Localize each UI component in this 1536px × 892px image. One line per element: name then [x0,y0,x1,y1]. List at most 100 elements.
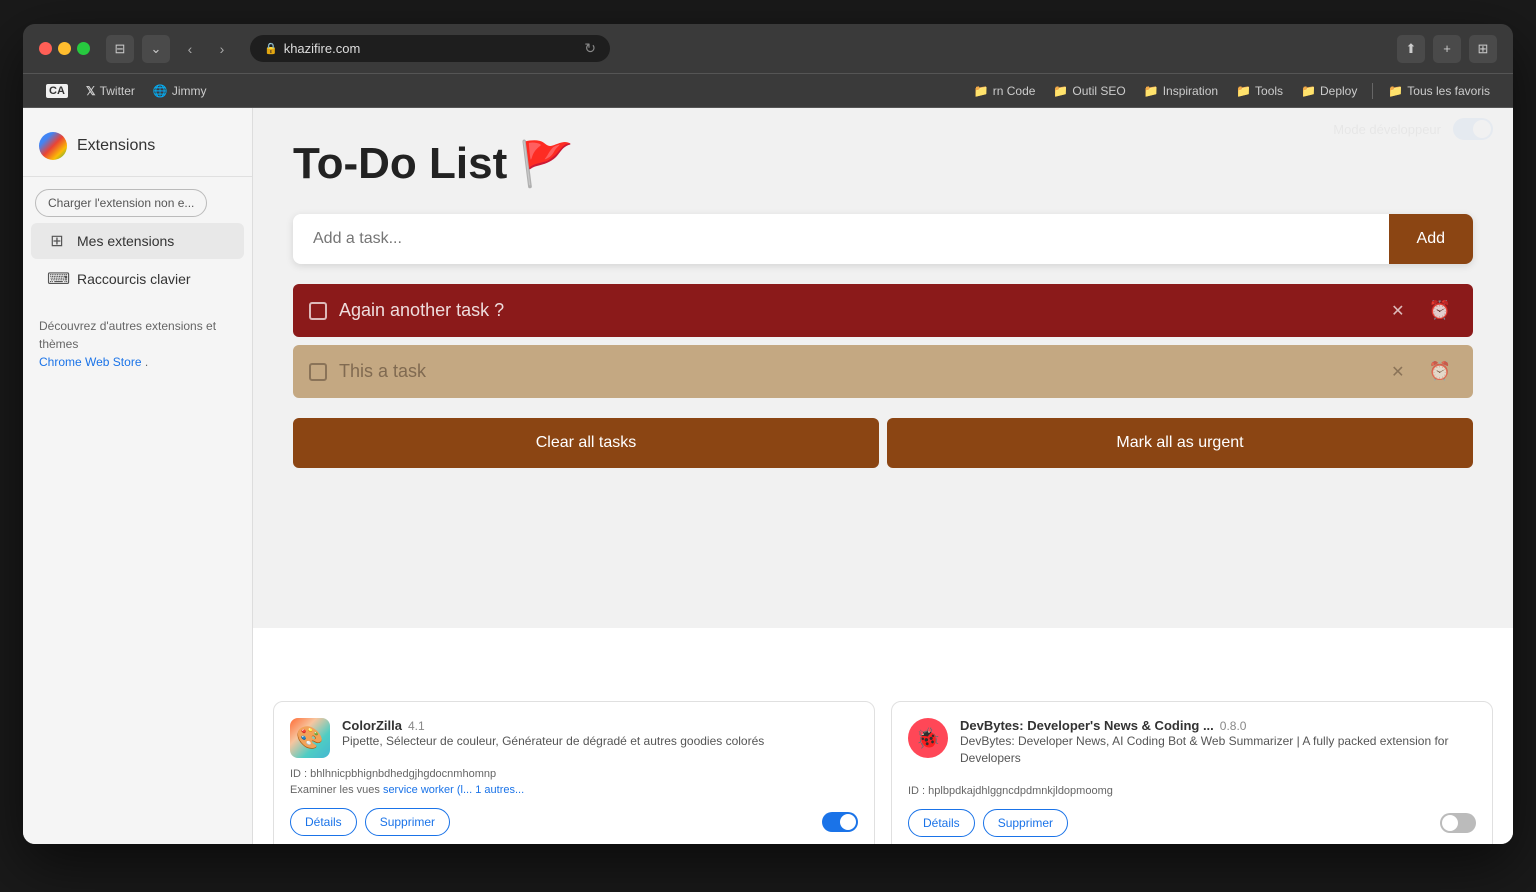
sidebar-info: Découvrez d'autres extensions et thèmes … [23,305,252,383]
sidebar: Extensions Charger l'extension non e... … [23,108,253,844]
back-button[interactable]: ‹ [178,37,202,61]
bookmark-outilseo-label: Outil SEO [1072,84,1125,98]
ext-worker-text-colorzilla: Examiner les vues [290,784,380,796]
devbytes-icon: 🐞 [908,718,948,758]
ext-header-colorzilla: 🎨 ColorZilla 4.1 Pipette, Sélecteur de c… [290,718,858,758]
supprimer-btn-devbytes[interactable]: Supprimer [983,809,1068,837]
details-btn-colorzilla[interactable]: Détails [290,808,357,836]
sidebar-info-suffix: . [142,355,149,369]
bookmark-deploy-label: Deploy [1320,84,1357,98]
content-area: Mode développeur To-Do List 🚩 Add [253,108,1513,844]
task-delete-urgent[interactable]: ✕ [1385,299,1410,323]
bookmark-deploy[interactable]: 📁 Deploy [1294,81,1364,101]
ext-worker-colorzilla: Examiner les vues service worker (l... 1… [290,784,858,796]
ca-icon: CA [46,84,68,98]
task-urgent-toggle-normal[interactable]: ⏰ [1423,359,1457,384]
mark-all-urgent-button[interactable]: Mark all as urgent [887,418,1473,468]
folder-icon-3: 📁 [1144,84,1159,98]
minimize-button[interactable] [58,42,71,55]
extensions-button[interactable]: ⊞ [1469,35,1497,63]
chrome-web-store-link[interactable]: Chrome Web Store [39,355,142,369]
sidebar-info-text: Découvrez d'autres extensions et thèmes [39,319,216,351]
colorzilla-icon: 🎨 [290,718,330,758]
task-text-urgent: Again another task ? [339,300,1373,321]
bookmark-jimmy[interactable]: 🌐 Jimmy [146,81,214,101]
close-button[interactable] [39,42,52,55]
task-item-normal: This a task ✕ ⏰ [293,345,1473,398]
twitter-icon: 𝕏 [86,84,96,98]
bookmark-learncode[interactable]: 📁 rn Code [967,81,1043,101]
maximize-button[interactable] [77,42,90,55]
task-item-urgent: Again another task ? ✕ ⏰ [293,284,1473,337]
extensions-grid-icon: ⊞ [47,231,67,251]
extension-card-colorzilla: 🎨 ColorZilla 4.1 Pipette, Sélecteur de c… [273,701,875,844]
ext-name-colorzilla: ColorZilla [342,718,402,733]
sidebar-raccourcis-label: Raccourcis clavier [77,271,191,287]
sidebar-mes-extensions-label: Mes extensions [77,233,174,249]
lock-icon: 🔒 [264,42,278,55]
task-delete-normal[interactable]: ✕ [1385,360,1410,384]
todo-flag-icon: 🚩 [519,138,574,190]
bookmark-all-label: Tous les favoris [1407,84,1490,98]
ext-title-row-devbytes: DevBytes: Developer's News & Coding ... … [960,718,1476,733]
todo-title-text: To-Do List [293,139,507,189]
task-urgent-toggle-urgent[interactable]: ⏰ [1423,298,1457,323]
clear-all-tasks-button[interactable]: Clear all tasks [293,418,879,468]
sidebar-header: Extensions [23,124,252,177]
ext-header-devbytes: 🐞 DevBytes: Developer's News & Coding ..… [908,718,1476,775]
ext-desc-devbytes: DevBytes: Developer News, AI Coding Bot … [960,733,1476,767]
share-button[interactable]: ⬆ [1397,35,1425,63]
ext-footer-devbytes: Détails Supprimer [908,809,1476,837]
tab-dropdown-button[interactable]: ⌄ [142,35,170,63]
forward-button[interactable]: › [210,37,234,61]
reload-icon[interactable]: ↻ [584,40,596,57]
jimmy-icon: 🌐 [153,84,168,98]
bookmark-tools-label: Tools [1255,84,1283,98]
todo-input-row: Add [293,214,1473,264]
chrome-logo [39,132,67,160]
ext-footer-colorzilla: Détails Supprimer [290,808,858,836]
bookmarks-bar: CA 𝕏 Twitter 🌐 Jimmy 📁 rn Code 📁 Outil S… [23,74,1513,108]
todo-title: To-Do List 🚩 [293,138,1473,190]
details-btn-devbytes[interactable]: Détails [908,809,975,837]
task-checkbox-urgent[interactable] [309,302,327,320]
bookmark-jimmy-label: Jimmy [172,84,207,98]
todo-add-button[interactable]: Add [1389,214,1473,264]
ext-worker-extra-link[interactable]: 1 autres... [475,784,524,796]
folder-icon-5: 📁 [1301,84,1316,98]
bookmark-ca[interactable]: CA [39,81,75,101]
task-text-normal: This a task [339,361,1373,382]
ext-info-devbytes: DevBytes: Developer's News & Coding ... … [960,718,1476,775]
supprimer-btn-colorzilla[interactable]: Supprimer [365,808,450,836]
folder-icon-1: 📁 [974,84,989,98]
task-checkbox-normal[interactable] [309,363,327,381]
title-bar: ⊟ ⌄ ‹ › 🔒 khazifire.com ↻ ⬆ + ⊞ [23,24,1513,74]
ext-version-devbytes: 0.8.0 [1220,719,1247,733]
extensions-content: 🎨 ColorZilla 4.1 Pipette, Sélecteur de c… [253,671,1513,844]
ext-worker-link-colorzilla[interactable]: service worker (l... [383,784,472,796]
sidebar-title: Extensions [77,137,155,155]
ext-version-colorzilla: 4.1 [408,719,425,733]
bookmark-inspiration[interactable]: 📁 Inspiration [1137,81,1225,101]
folder-icon-2: 📁 [1053,84,1068,98]
ext-desc-colorzilla: Pipette, Sélecteur de couleur, Générateu… [342,733,764,750]
sidebar-toggle-button[interactable]: ⊟ [106,35,134,63]
todo-tasks-list: Again another task ? ✕ ⏰ This a task ✕ ⏰ [293,284,1473,398]
folder-icon-4: 📁 [1236,84,1251,98]
extensions-grid: 🎨 ColorZilla 4.1 Pipette, Sélecteur de c… [273,701,1493,844]
url-display[interactable]: khazifire.com [284,41,579,56]
toggle-devbytes[interactable] [1440,813,1476,833]
bookmark-outilseo[interactable]: 📁 Outil SEO [1046,81,1132,101]
bookmark-all-favorites[interactable]: 📁 Tous les favoris [1381,81,1497,101]
sidebar-item-mes-extensions[interactable]: ⊞ Mes extensions [31,223,244,259]
todo-task-input[interactable] [293,214,1389,264]
bookmark-twitter[interactable]: 𝕏 Twitter [79,81,142,101]
new-tab-button[interactable]: + [1433,35,1461,63]
sidebar-item-raccourcis[interactable]: ⌨ Raccourcis clavier [31,261,244,297]
ext-id-devbytes: ID : hplbpdkajdhlggncdpdmnkjldopmoomg [908,785,1476,797]
toggle-colorzilla[interactable] [822,812,858,832]
browser-window: ⊟ ⌄ ‹ › 🔒 khazifire.com ↻ ⬆ + ⊞ CA 𝕏 Twi… [23,24,1513,844]
ext-info-colorzilla: ColorZilla 4.1 Pipette, Sélecteur de cou… [342,718,764,758]
load-extension-button[interactable]: Charger l'extension non e... [35,189,207,217]
bookmark-tools[interactable]: 📁 Tools [1229,81,1290,101]
